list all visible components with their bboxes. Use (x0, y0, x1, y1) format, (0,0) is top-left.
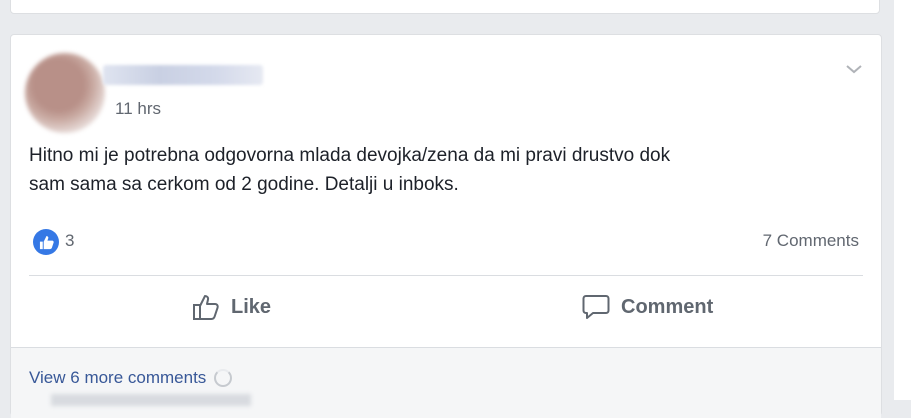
post-timestamp[interactable]: 11 hrs (115, 99, 161, 119)
chevron-down-icon[interactable] (843, 61, 865, 77)
author-name-redacted[interactable] (103, 65, 263, 85)
view-more-comments-label: View 6 more comments (29, 368, 207, 387)
previous-post-card (10, 0, 880, 14)
post-text-line: sam sama sa cerkom od 2 godine. Detalji … (29, 174, 459, 195)
reaction-count[interactable]: 3 (65, 231, 74, 251)
like-button-label: Like (231, 295, 272, 318)
thumbs-up-outline-icon (193, 295, 219, 320)
comment-button[interactable]: Comment (581, 285, 713, 329)
post-text: Hitno mi je potrebna odgovorna mlada dev… (29, 141, 869, 199)
comments-section: View 6 more comments (11, 347, 881, 418)
post-card: 11 hrs Hitno mi je potrebna odgovorna ml… (10, 34, 882, 418)
comment-button-label: Comment (621, 295, 714, 318)
thumbs-up-icon (39, 235, 54, 249)
comment-author-redacted (51, 394, 251, 406)
view-more-comments-link[interactable]: View 6 more comments (29, 368, 233, 388)
speech-bubble-icon (582, 295, 610, 319)
avatar[interactable] (25, 53, 105, 133)
post-text-line: Hitno mi je potrebna odgovorna mlada dev… (29, 145, 671, 166)
like-button[interactable]: Like (191, 285, 271, 329)
like-reaction-badge[interactable] (33, 229, 59, 255)
page-margin (894, 0, 911, 400)
divider (29, 275, 863, 276)
loading-spinner-icon (214, 369, 233, 387)
comments-count-link[interactable]: 7 Comments (763, 231, 859, 251)
